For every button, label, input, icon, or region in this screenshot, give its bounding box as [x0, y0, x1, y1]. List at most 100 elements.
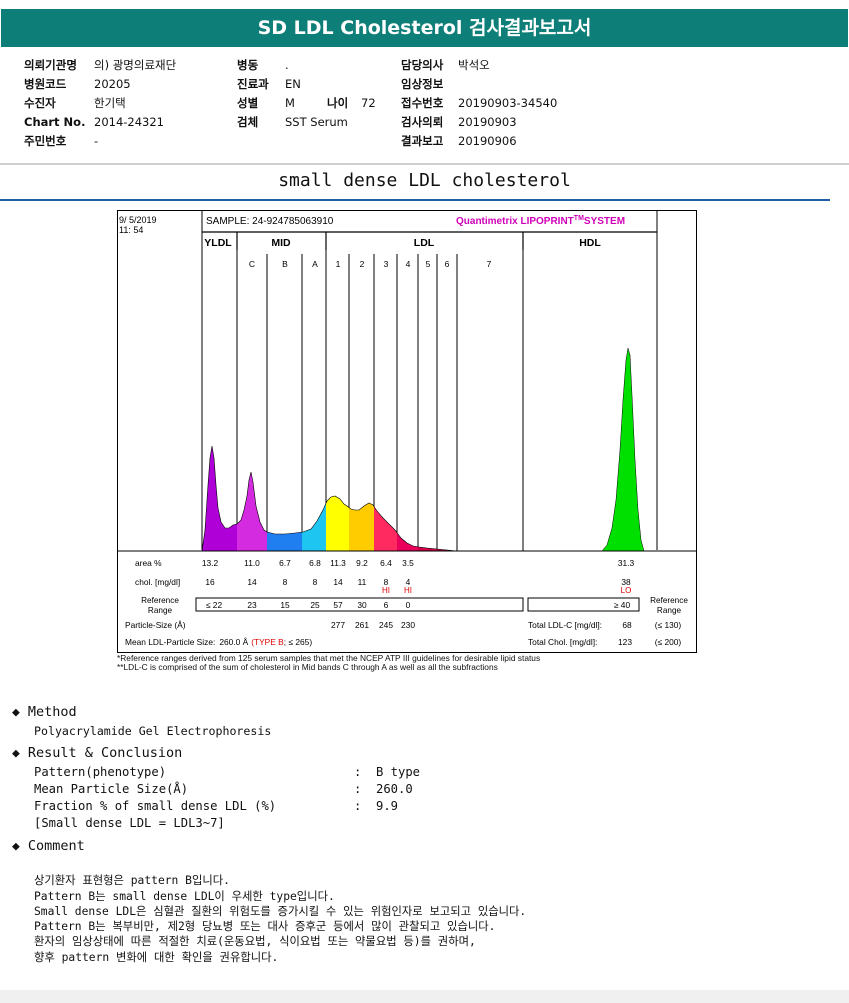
result-value: 9.9: [376, 799, 399, 813]
mean-ldl-value: 260.0 Å: [219, 637, 248, 647]
info-label: 주민번호: [24, 134, 67, 148]
comment-line: 상기환자 표현형은 pattern B입니다.: [34, 874, 230, 888]
info-value: 20205: [94, 77, 131, 91]
info-label: 성별: [237, 96, 259, 110]
band-fill: [349, 503, 374, 551]
mean-ldl-type: (TYPE B: [251, 637, 284, 647]
band-label-A: A: [312, 259, 318, 269]
info-label: Chart No.: [24, 115, 86, 129]
chart-footnotes: *Reference ranges derived from 125 serum…: [117, 654, 540, 672]
chol-value: 14: [247, 577, 257, 587]
particle-value: 245: [379, 620, 393, 630]
chart-sample: SAMPLE: 24-924785063910: [206, 216, 334, 227]
result-items: Pattern(phenotype): B type Mean Particle …: [34, 764, 420, 832]
band-label-C: C: [249, 259, 255, 269]
report-page: SD LDL Cholesterol 검사결과보고서 의뢰기관명 의) 광명의료재…: [0, 0, 849, 990]
method-heading-text: Method: [27, 704, 77, 720]
info-label: 의뢰기관명: [24, 58, 77, 72]
method-text: Polyacrylamide Gel Electrophoresis: [34, 724, 272, 738]
flag-hi-4: HI: [404, 586, 412, 595]
chart-time: 11: 54: [119, 225, 143, 235]
info-column-3: 담당의사 박석오 임상정보 접수번호 20190903-34540 검사의뢰 2019…: [401, 56, 557, 151]
lipoprint-chart: 9/ 5/2019 11: 54 SAMPLE: 24-924785063910…: [117, 210, 697, 653]
reference-value: ≥ 40: [614, 600, 631, 610]
comment-line: Pattern B는 복부비만, 제2형 당뇨병 또는 대사 증후군 등에서 많…: [34, 920, 496, 934]
result-key: Pattern(phenotype): [34, 765, 167, 779]
comment-line: Pattern B는 small dense LDL이 우세한 type입니다.: [34, 889, 335, 903]
ref-label-2: Range: [148, 606, 173, 615]
reference-value: 0: [406, 600, 411, 610]
area-value: 13.2: [202, 558, 219, 568]
info-label: 임상정보: [401, 77, 444, 91]
reference-value: ≤ 22: [206, 600, 223, 610]
result-row: Mean Particle Size(Å):260.0: [34, 782, 413, 796]
mean-ldl-ref: ; ≤ 265): [284, 637, 313, 647]
area-label: area %: [135, 558, 162, 568]
area-value: 9.2: [356, 558, 368, 568]
comment-line: Small dense LDL은 심혈관 질환의 위험도를 증가시킬 수 있는 …: [34, 904, 527, 918]
group-label-ldl: LDL: [414, 237, 435, 249]
info-column-1: 의뢰기관명 의) 광명의료재단 병원코드 20205 수진자 한기택 Chart No…: [24, 56, 176, 151]
group-label-vldl: YLDL: [204, 237, 232, 249]
chol-value: 8: [313, 577, 318, 587]
particle-size-label: Particle-Size (Å): [125, 620, 186, 630]
chol-value: 11: [358, 577, 367, 587]
chart-brand: Quantimetrix LIPOPRINTTMSYSTEM: [456, 215, 625, 227]
reference-value: 15: [280, 600, 290, 610]
footnote-2: **LDL-C is comprised of the sum of chole…: [117, 662, 498, 672]
method-heading: ◆ Method: [12, 704, 77, 720]
info-label: 결과보고: [401, 134, 444, 148]
reference-value: 23: [247, 600, 257, 610]
chol-value: 14: [333, 577, 343, 587]
result-heading-text: Result & Conclusion: [27, 745, 183, 761]
total-ldl-value: 68: [622, 620, 632, 630]
chol-label: chol. [mg/dl]: [135, 577, 180, 587]
info-label: 진료과: [237, 77, 269, 91]
result-note: [Small dense LDL = LDL3~7]: [34, 816, 225, 830]
band-label-2: 2: [360, 259, 365, 269]
area-value: 6.4: [380, 558, 392, 568]
comment-line: 환자의 임상상태에 따른 적절한 치료(운동요법, 식이요법 또는 약물요법 등…: [34, 935, 476, 949]
result-heading: ◆ Result & Conclusion: [12, 745, 182, 761]
info-value: M: [285, 96, 295, 110]
info-label: 검체: [237, 115, 259, 129]
total-chol-value: 123: [618, 637, 632, 647]
lipoprint-chart-svg: 9/ 5/2019 11: 54 SAMPLE: 24-924785063910…: [117, 210, 697, 653]
comment-section: ◆ Comment: [12, 838, 85, 854]
divider: [0, 163, 849, 165]
result-value: 260.0: [376, 782, 413, 796]
group-label-hdl: HDL: [579, 237, 601, 249]
info-value: 20190906: [458, 134, 517, 148]
band-label-B: B: [282, 259, 288, 269]
chart-date: 9/ 5/2019: [119, 215, 157, 225]
reference-value: 25: [310, 600, 320, 610]
total-chol-label: Total Chol. [mg/dl]:: [528, 637, 597, 647]
info-value: .: [285, 58, 289, 72]
particle-value: 277: [331, 620, 345, 630]
info-label: 병동: [237, 58, 259, 72]
reference-value: 30: [357, 600, 367, 610]
info-label: 병원코드: [24, 77, 67, 91]
mean-ldl-label: Mean LDL-Particle Size:: [125, 637, 215, 647]
area-value: 6.7: [279, 558, 291, 568]
result-key: Fraction % of small dense LDL (%): [34, 799, 277, 813]
result-row: Fraction % of small dense LDL (%):9.9: [34, 799, 399, 813]
info-label: 담당의사: [401, 58, 444, 72]
group-label-mid: MID: [271, 237, 291, 249]
band-fill: [267, 532, 302, 551]
info-label: 접수번호: [401, 96, 444, 110]
chol-value: 8: [283, 577, 288, 587]
info-value: SST Serum: [285, 115, 348, 129]
band-label-3: 3: [384, 259, 389, 269]
info-value: EN: [285, 77, 301, 91]
info-label: 검사의뢰: [401, 115, 444, 129]
particle-value: 230: [401, 620, 415, 630]
area-value: 6.8: [309, 558, 321, 568]
area-value: 11.0: [244, 558, 260, 568]
band-label-4: 4: [406, 259, 411, 269]
diamond-icon: ◆: [12, 705, 20, 720]
info-column-2: 병동. 진료과 EN 성별 M 나이 72 검체 SST Serum: [237, 56, 376, 132]
result-key: Mean Particle Size(Å): [34, 782, 189, 796]
method-section: ◆ Method: [12, 704, 77, 720]
result-row: Pattern(phenotype): B type: [34, 765, 421, 779]
